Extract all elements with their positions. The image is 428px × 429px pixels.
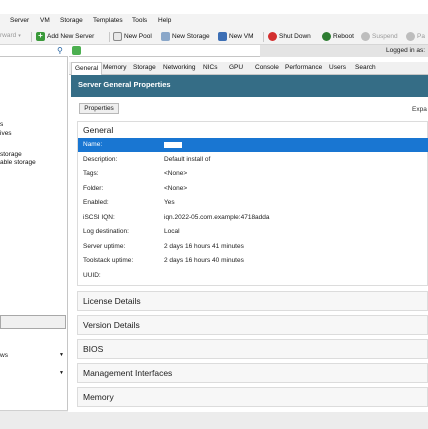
reboot-button[interactable]: Reboot [322, 32, 354, 41]
suspend-icon [361, 32, 370, 41]
reboot-icon [322, 32, 331, 41]
add-new-server-button[interactable]: + Add New Server [36, 32, 94, 41]
storage-icon [161, 32, 170, 41]
suspend-button[interactable]: Suspend [361, 32, 398, 41]
tab-users[interactable]: Users [329, 64, 346, 71]
version-details-section[interactable]: Version Details [77, 315, 428, 335]
property-row[interactable]: UUID: [78, 269, 428, 283]
bios-section[interactable]: BIOS [77, 339, 428, 359]
toolbar-separator [263, 32, 264, 42]
menu-templates[interactable]: Templates [93, 17, 123, 24]
tab-storage[interactable]: Storage [133, 64, 156, 71]
tree-item[interactable]: ives [0, 130, 12, 137]
nav-item-views[interactable]: ws ▼ [0, 352, 66, 359]
power-icon [268, 32, 277, 41]
pause-icon [406, 32, 415, 41]
new-vm-button[interactable]: New VM [218, 32, 254, 41]
chevron-down-icon: ▼ [59, 370, 64, 376]
search-icon: ⚲ [57, 46, 63, 55]
menu-server[interactable]: Server [10, 17, 29, 24]
dropdown-arrow-icon: ▾ [18, 32, 21, 39]
license-details-section[interactable]: License Details [77, 291, 428, 311]
tree-item[interactable]: storage [0, 151, 22, 158]
search-input[interactable]: ⚲ [0, 45, 68, 57]
left-pane: ⚲ s ives storage able storage ws ▼ ▼ [0, 45, 68, 429]
tab-bar: General Memory Storage Networking NICs G… [69, 62, 428, 75]
property-row[interactable]: iSCSI IQN: iqn.2022-05.com.example:4718a… [78, 211, 428, 225]
property-row[interactable]: Description: Default install of [78, 153, 428, 167]
vm-icon [218, 32, 227, 41]
tab-memory[interactable]: Memory [103, 64, 126, 71]
property-row[interactable]: Toolstack uptime: 2 days 16 hours 40 min… [78, 254, 428, 268]
toolbar-separator [109, 32, 110, 42]
add-server-icon: + [36, 32, 45, 41]
host-icon [72, 46, 81, 55]
property-row[interactable]: Log destination: Local [78, 225, 428, 239]
toolbar: rward ▾ + Add New Server New Pool New St… [0, 28, 428, 45]
page-header: Server General Properties [71, 75, 428, 97]
property-row[interactable]: Enabled: Yes [78, 196, 428, 210]
shut-down-button[interactable]: Shut Down [268, 32, 311, 41]
pause-button[interactable]: Pa [406, 32, 425, 41]
tab-nics[interactable]: NICs [203, 64, 217, 71]
properties-button[interactable]: Properties [79, 103, 119, 114]
memory-section[interactable]: Memory [77, 387, 428, 407]
tab-search[interactable]: Search [355, 64, 376, 71]
tab-gpu[interactable]: GPU [229, 64, 243, 71]
toolbar-separator [31, 32, 32, 42]
tab-general[interactable]: General [71, 62, 103, 75]
menu-storage[interactable]: Storage [60, 17, 83, 24]
menu-tools[interactable]: Tools [132, 17, 147, 24]
tree-item[interactable]: s [0, 121, 3, 128]
menu-vm[interactable]: VM [40, 17, 50, 24]
forward-button[interactable]: rward ▾ [0, 32, 21, 39]
views-button[interactable] [0, 315, 66, 329]
tab-console[interactable]: Console [255, 64, 279, 71]
section-title[interactable]: General [83, 125, 113, 135]
status-bar [0, 412, 428, 429]
property-row[interactable]: Folder: <None> [78, 182, 428, 196]
chevron-down-icon: ▼ [59, 352, 64, 358]
management-interfaces-section[interactable]: Management Interfaces [77, 363, 428, 383]
property-row-name[interactable]: Name: [78, 138, 428, 152]
new-storage-button[interactable]: New Storage [161, 32, 210, 41]
general-section: General Name: Description: Default insta… [77, 121, 428, 286]
name-value-redacted [164, 142, 182, 148]
menu-bar: Server VM Storage Templates Tools Help [0, 14, 428, 28]
property-row[interactable]: Server uptime: 2 days 16 hours 41 minute… [78, 240, 428, 254]
tab-networking[interactable]: Networking [163, 64, 196, 71]
tree-item[interactable]: able storage [0, 159, 36, 166]
location-bar [69, 45, 428, 57]
menu-help[interactable]: Help [158, 17, 171, 24]
property-row[interactable]: Tags: <None> [78, 167, 428, 181]
tab-performance[interactable]: Performance [285, 64, 322, 71]
page-title: Server General Properties [78, 80, 171, 89]
pool-icon [113, 32, 122, 41]
new-pool-button[interactable]: New Pool [113, 32, 152, 41]
expand-all-link[interactable]: Expa [412, 106, 427, 113]
